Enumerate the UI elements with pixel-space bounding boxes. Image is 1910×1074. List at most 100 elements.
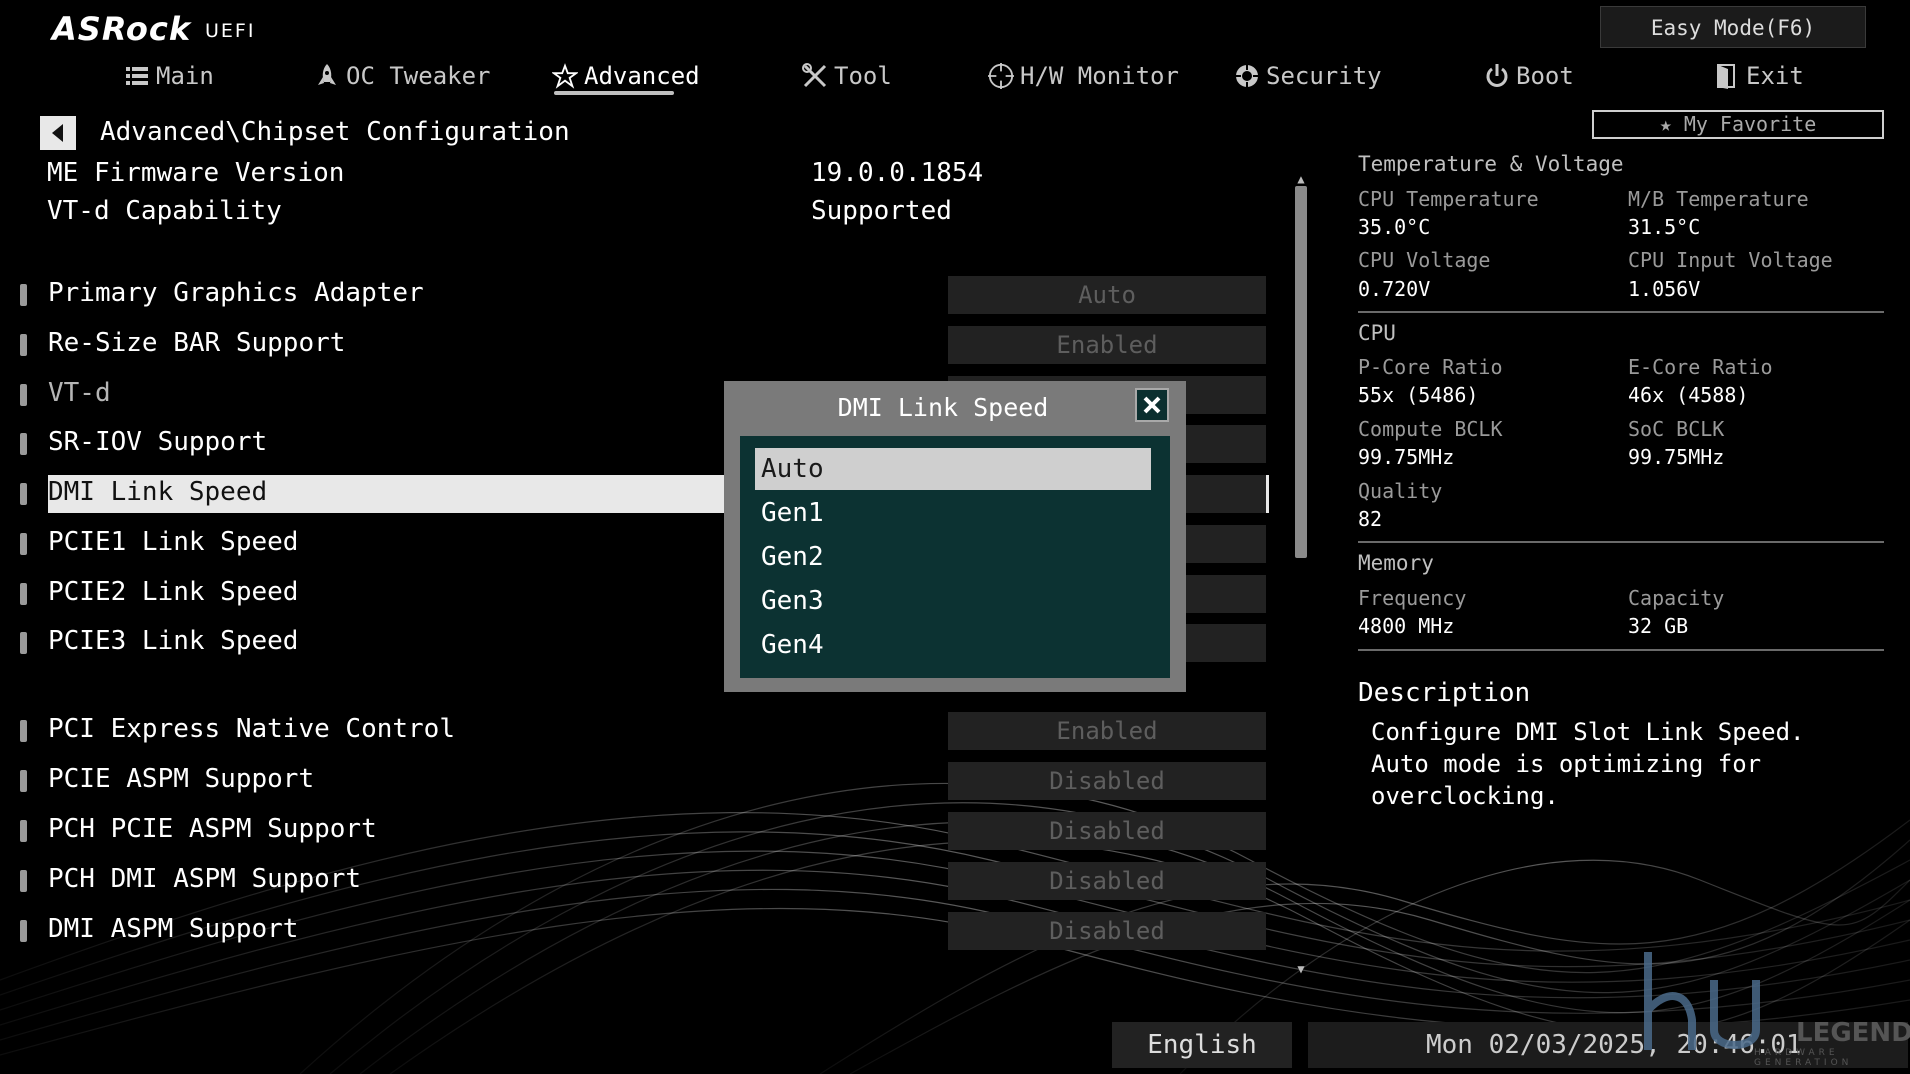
setting-label: Primary Graphics Adapter	[48, 278, 424, 308]
dmi-link-speed-dialog: DMI Link Speed Auto Gen1 Gen2 Gen3 Gen4	[724, 381, 1186, 692]
temp-voltage-title: Temperature & Voltage	[1358, 152, 1624, 176]
memory-frequency-label: Frequency	[1358, 586, 1467, 610]
p-core-ratio-label: P-Core Ratio	[1358, 355, 1503, 379]
mb-temperature-value: 31.5°C	[1628, 215, 1701, 239]
divider	[1358, 541, 1884, 543]
dialog-title: DMI Link Speed	[837, 393, 1049, 422]
scroll-down-arrow-icon[interactable]: ▼	[1293, 962, 1309, 976]
row-bullet	[20, 720, 27, 742]
option-gen4[interactable]: Gen4	[755, 624, 1151, 666]
option-auto[interactable]: Auto	[755, 448, 1151, 490]
memory-capacity-label: Capacity	[1628, 586, 1725, 610]
cpu-temperature-value: 35.0°C	[1358, 215, 1431, 239]
memory-capacity-value: 32 GB	[1628, 614, 1689, 638]
description-line: Configure DMI Slot Link Speed.	[1371, 718, 1805, 746]
watermark-logo: LEGEND HARDWARE GENERATION	[1636, 950, 1910, 1068]
setting-value[interactable]: Disabled	[948, 762, 1266, 800]
memory-section-title: Memory	[1358, 551, 1434, 575]
option-gen3[interactable]: Gen3	[755, 580, 1151, 622]
setting-label: PCIE3 Link Speed	[48, 626, 299, 656]
setting-pci-express-native-control[interactable]: PCI Express Native Control Enabled	[20, 712, 1270, 750]
setting-value[interactable]: Auto	[948, 276, 1266, 314]
description-line: Auto mode is optimizing for	[1371, 750, 1762, 778]
scroll-up-arrow-icon[interactable]: ▲	[1293, 172, 1309, 186]
exit-icon	[1714, 63, 1740, 89]
divider	[1358, 311, 1884, 313]
setting-label: PCIE ASPM Support	[48, 764, 315, 794]
active-tab-indicator	[554, 91, 674, 95]
star-icon	[552, 63, 578, 89]
tab-tool[interactable]: Tool	[802, 58, 892, 94]
row-bullet	[20, 533, 27, 555]
option-gen2[interactable]: Gen2	[755, 536, 1151, 578]
vtd-capability-value: Supported	[811, 196, 952, 226]
tab-boot[interactable]: Boot	[1484, 58, 1574, 94]
setting-pcie-aspm-support[interactable]: PCIE ASPM Support Disabled	[20, 762, 1270, 800]
setting-value[interactable]: Disabled	[948, 812, 1266, 850]
tab-tool-label: Tool	[834, 62, 892, 90]
setting-dmi-aspm-support[interactable]: DMI ASPM Support Disabled	[20, 912, 1270, 950]
back-button[interactable]	[40, 116, 76, 150]
row-bullet	[20, 583, 27, 605]
tab-boot-label: Boot	[1516, 62, 1574, 90]
scrollbar-thumb[interactable]	[1295, 186, 1307, 558]
setting-label: PCH DMI ASPM Support	[48, 864, 362, 894]
setting-value[interactable]: Enabled	[948, 712, 1266, 750]
compute-bclk-value: 99.75MHz	[1358, 445, 1455, 469]
tab-main[interactable]: Main	[124, 58, 214, 94]
setting-label: PCIE1 Link Speed	[48, 527, 299, 557]
setting-value[interactable]: Disabled	[948, 912, 1266, 950]
cpu-input-voltage-value: 1.056V	[1628, 277, 1701, 301]
rocket-icon	[314, 63, 340, 89]
soc-bclk-value: 99.75MHz	[1628, 445, 1725, 469]
language-button[interactable]: English	[1112, 1022, 1292, 1068]
cpu-input-voltage-label: CPU Input Voltage	[1628, 248, 1833, 272]
setting-label: PCH PCIE ASPM Support	[48, 814, 377, 844]
setting-label: PCIE2 Link Speed	[48, 577, 299, 607]
setting-label: SR-IOV Support	[48, 427, 268, 457]
setting-value[interactable]: Enabled	[948, 326, 1266, 364]
easy-mode-button[interactable]: Easy Mode(F6)	[1600, 6, 1866, 48]
e-core-ratio-label: E-Core Ratio	[1628, 355, 1773, 379]
row-bullet	[20, 384, 27, 406]
me-firmware-version-value: 19.0.0.1854	[811, 158, 984, 188]
description-title: Description	[1358, 678, 1531, 708]
setting-value[interactable]: Disabled	[948, 862, 1266, 900]
tab-security-label: Security	[1266, 62, 1382, 90]
cpu-voltage-value: 0.720V	[1358, 277, 1431, 301]
shield-icon	[1234, 63, 1260, 89]
watermark-subtext: HARDWARE GENERATION	[1754, 1048, 1853, 1068]
setting-label: DMI ASPM Support	[48, 914, 299, 944]
setting-label: Re-Size BAR Support	[48, 328, 346, 358]
tab-security[interactable]: Security	[1234, 58, 1382, 94]
close-button[interactable]	[1135, 388, 1169, 422]
setting-primary-graphics-adapter[interactable]: Primary Graphics Adapter Auto	[20, 276, 1270, 314]
tab-oc-tweaker-label: OC Tweaker	[346, 62, 491, 90]
divider	[1358, 649, 1884, 651]
tab-oc-tweaker[interactable]: OC Tweaker	[314, 58, 491, 94]
setting-label: PCI Express Native Control	[48, 714, 455, 744]
cpu-temperature-label: CPU Temperature	[1358, 187, 1539, 211]
vtd-capability-label: VT-d Capability	[47, 196, 282, 226]
row-bullet	[20, 770, 27, 792]
star-filled-icon: ★	[1659, 112, 1672, 136]
tab-exit[interactable]: Exit	[1714, 58, 1804, 94]
arrow-left-icon	[52, 124, 63, 142]
quality-value: 82	[1358, 507, 1383, 531]
setting-resize-bar-support[interactable]: Re-Size BAR Support Enabled	[20, 326, 1270, 364]
row-bullet	[20, 284, 27, 306]
tab-advanced[interactable]: Advanced	[552, 58, 700, 94]
setting-pch-pcie-aspm-support[interactable]: PCH PCIE ASPM Support Disabled	[20, 812, 1270, 850]
row-bullet	[20, 920, 27, 942]
option-list: Auto Gen1 Gen2 Gen3 Gen4	[740, 436, 1170, 678]
setting-pch-dmi-aspm-support[interactable]: PCH DMI ASPM Support Disabled	[20, 862, 1270, 900]
asrock-logo: ASRock	[52, 10, 192, 48]
row-bullet	[20, 820, 27, 842]
tab-hw-monitor-label: H/W Monitor	[1020, 62, 1179, 90]
my-favorite-button[interactable]: ★ My Favorite	[1592, 110, 1884, 139]
uefi-label: UEFI	[205, 20, 256, 42]
tab-hw-monitor[interactable]: H/W Monitor	[988, 58, 1179, 94]
mb-temperature-label: M/B Temperature	[1628, 187, 1809, 211]
memory-frequency-value: 4800 MHz	[1358, 614, 1455, 638]
option-gen1[interactable]: Gen1	[755, 492, 1151, 534]
